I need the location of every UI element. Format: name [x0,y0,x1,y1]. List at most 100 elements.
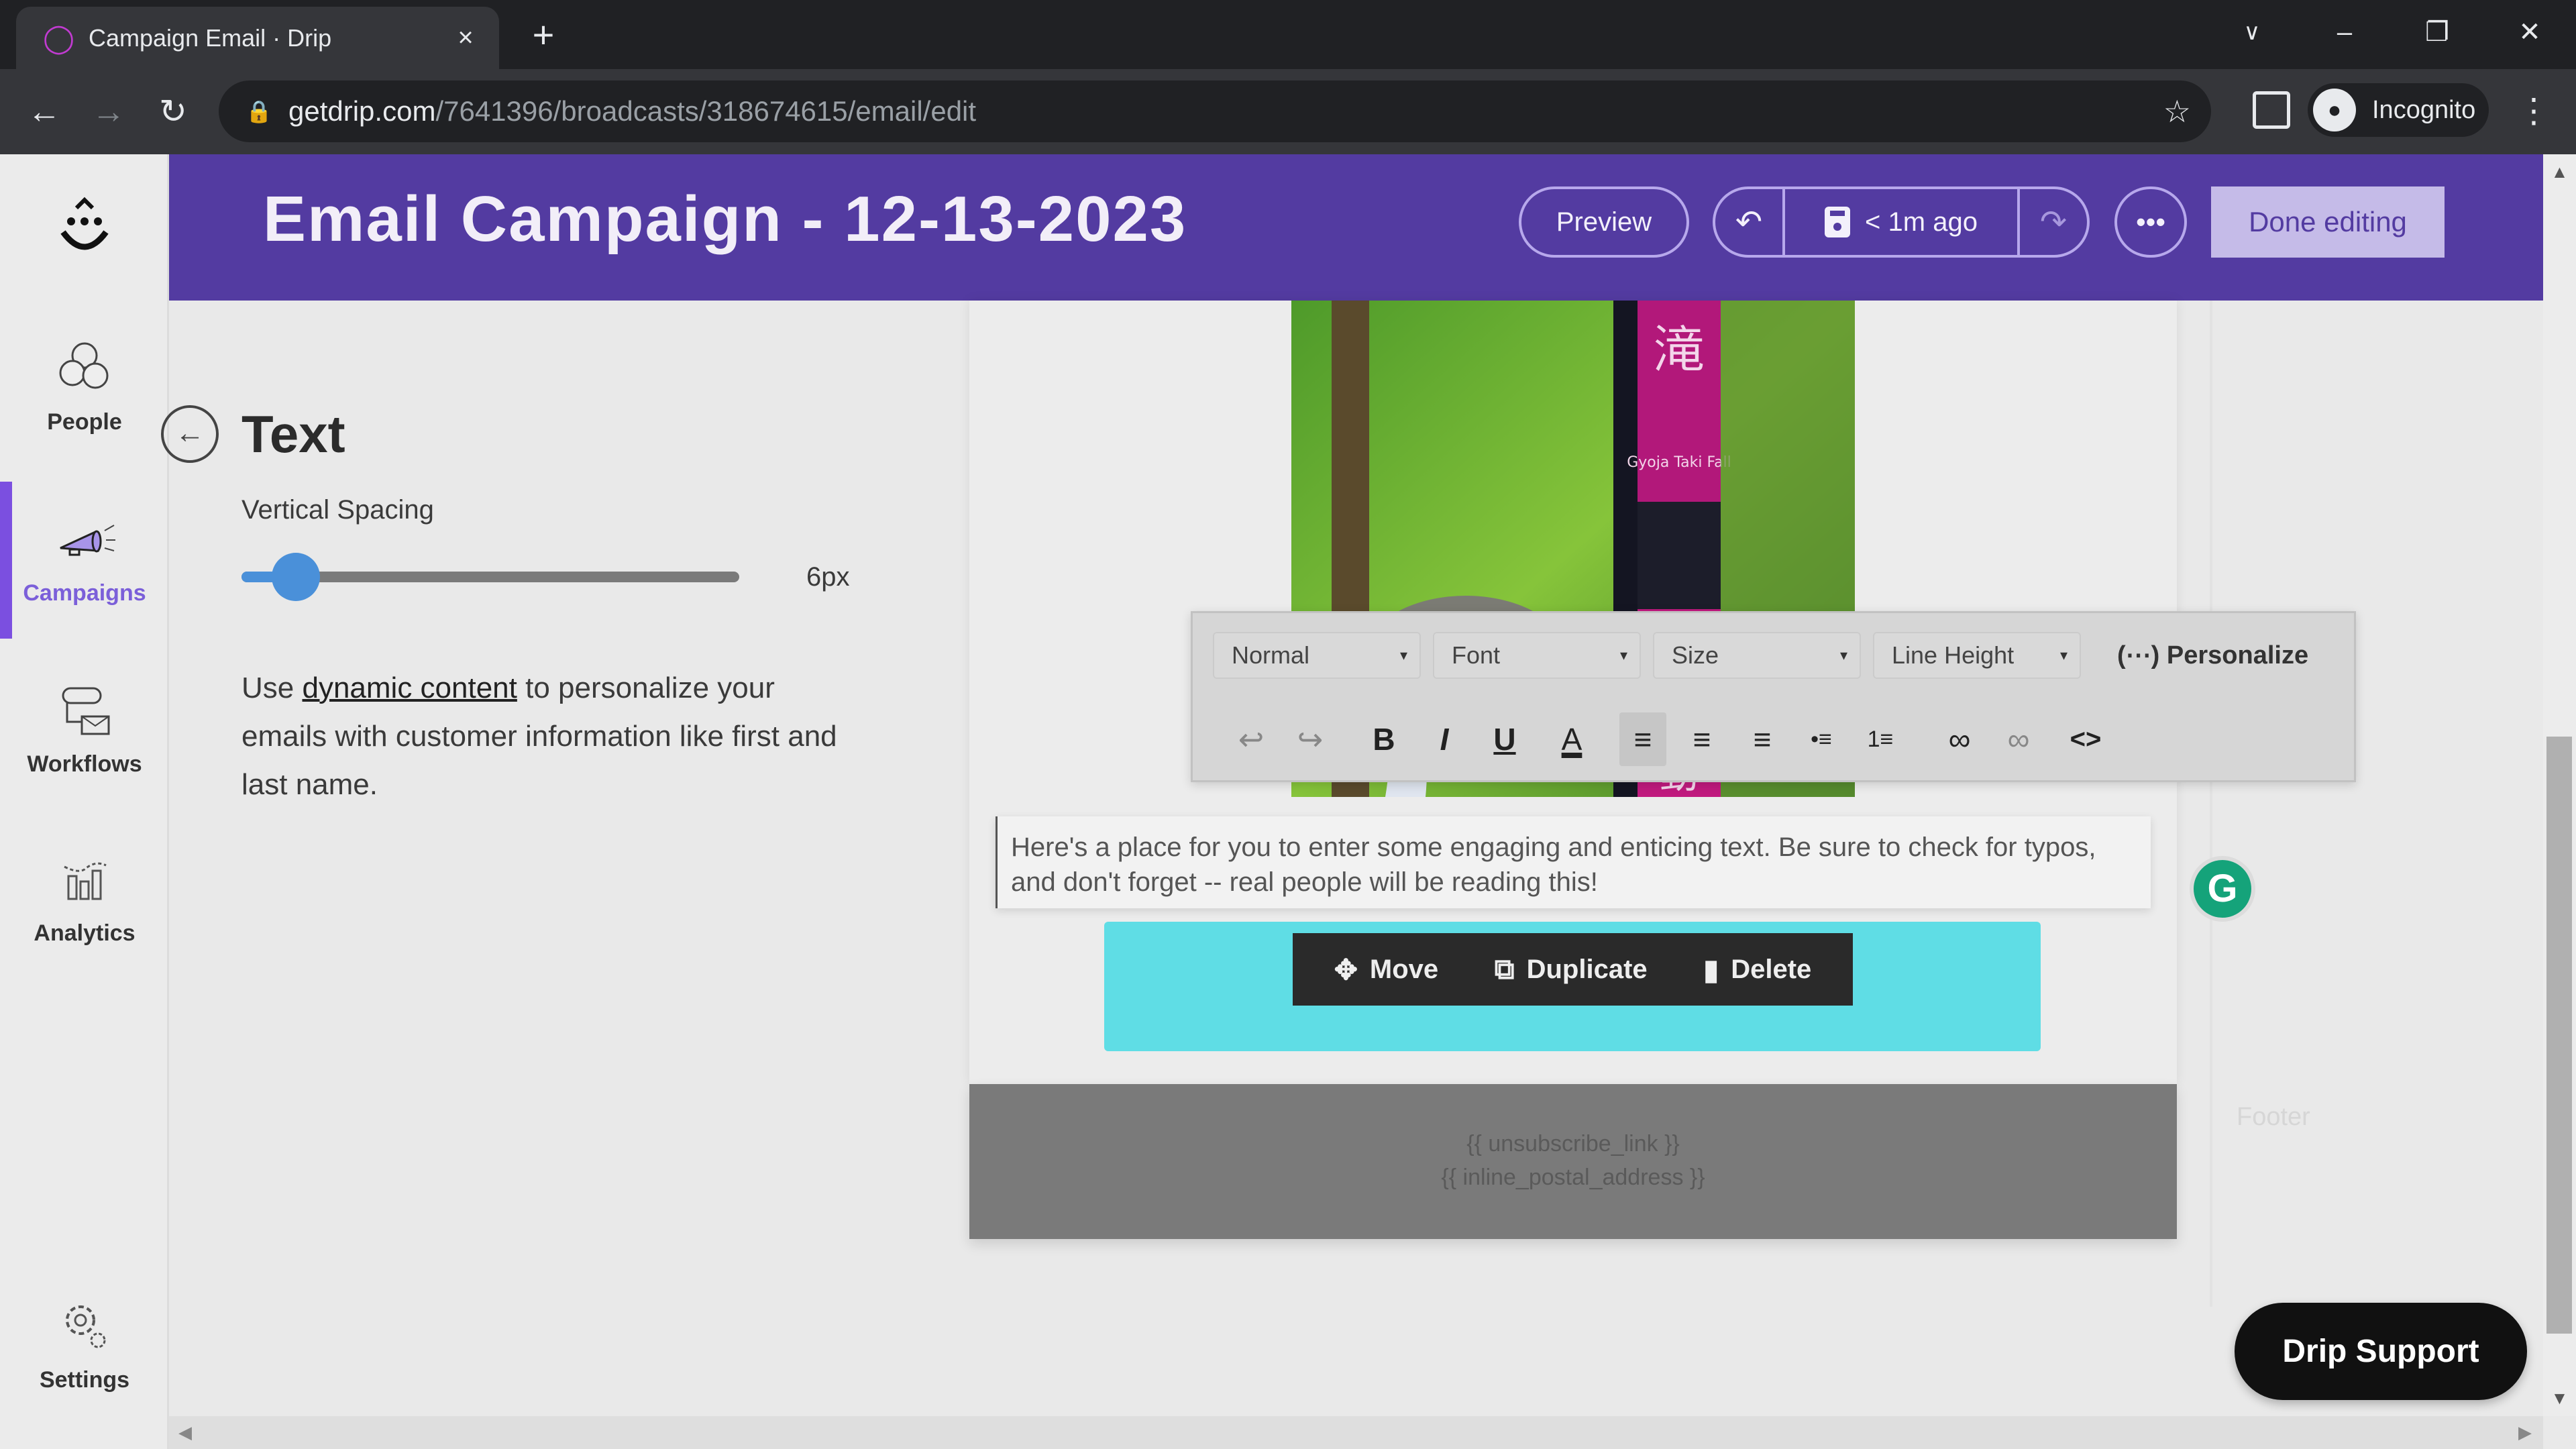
sidebar-item-campaigns[interactable]: Campaigns [0,506,169,654]
chevron-down-icon: ▾ [1399,647,1407,663]
workflow-icon [62,687,110,735]
tab-close-icon[interactable]: × [452,23,479,53]
numbered-list-button[interactable]: 1≡ [1857,712,1904,766]
align-left-button[interactable]: ≡ [1619,712,1666,766]
address-bar[interactable]: 🔒 getdrip.com/7641396/broadcasts/3186746… [219,80,2211,142]
url-text: getdrip.com/7641396/broadcasts/318674615… [288,95,977,127]
side-panel-icon[interactable] [2253,91,2290,129]
sidebar-label: Analytics [34,920,136,946]
bold-button[interactable]: B [1360,712,1407,766]
move-block-button[interactable]: ✥ Move [1334,953,1438,986]
drip-logo-icon[interactable] [54,195,115,262]
scroll-down-icon[interactable]: ▼ [2543,1385,2576,1411]
panel-title: Text [241,405,345,464]
save-status-text: < 1m ago [1865,207,1978,237]
chevron-down-icon: ▾ [1839,647,1847,663]
page-title[interactable]: Email Campaign - 12-13-2023 [263,182,1187,256]
save-status-button[interactable]: < 1m ago [1785,189,2020,255]
chevron-down-icon: ▾ [2059,647,2068,663]
scroll-up-icon[interactable]: ▲ [2543,158,2576,185]
footer-section-label: Footer [2237,1103,2310,1131]
reload-icon[interactable]: ↻ [148,86,199,137]
redo-icon[interactable]: ↷ [2020,189,2087,255]
sidebar-item-people[interactable]: People [0,335,169,483]
rich-text-toolbar: Normal ▾ Font ▾ Size ▾ Line Height ▾ (⋯) Per… [1191,611,2356,782]
sidebar-label: Campaigns [23,580,146,606]
redo-icon[interactable]: ↪ [1287,712,1334,766]
drip-support-button[interactable]: Drip Support [2235,1303,2527,1400]
undo-icon[interactable]: ↩ [1228,712,1275,766]
preview-button[interactable]: Preview [1519,186,1689,258]
grammarly-icon[interactable]: G [2190,856,2255,922]
browser-menu-icon[interactable]: ⋮ [2517,87,2551,134]
sidebar-label: People [47,409,122,435]
history-button-group: ↶ < 1m ago ↷ [1713,186,2090,258]
done-editing-button[interactable]: Done editing [2211,186,2445,258]
forward-icon[interactable]: → [83,86,134,137]
bookmark-star-icon[interactable]: ☆ [2163,93,2191,129]
window-close-icon[interactable]: ✕ [2500,12,2560,52]
postal-address-merge-tag: {{ inline_postal_address }} [1441,1165,1705,1190]
restore-icon[interactable]: ❐ [2407,12,2467,52]
italic-button[interactable]: I [1421,712,1468,766]
back-arrow-icon[interactable]: ← [161,405,219,463]
megaphone-icon [60,525,115,556]
trash-icon: ▮ [1703,953,1719,985]
link-icon[interactable]: ∞ [1936,712,1983,766]
text-color-button[interactable]: A [1548,712,1595,766]
sidebar-label: Settings [39,1367,130,1393]
code-view-icon[interactable]: <> [2062,712,2109,766]
align-right-button[interactable]: ≡ [1739,712,1786,766]
more-options-button[interactable]: ••• [2114,186,2187,258]
browser-tab-active[interactable]: ◯ Campaign Email · Drip × [16,7,499,69]
save-disk-icon [1825,207,1851,237]
email-footer-block[interactable] [969,1084,2177,1239]
unsubscribe-merge-tag: {{ unsubscribe_link }} [1466,1131,1680,1157]
incognito-icon: ● [2313,89,2356,131]
sidebar-item-analytics[interactable]: Analytics [0,847,169,994]
undo-icon[interactable]: ↶ [1715,189,1785,255]
sidebar-item-settings[interactable]: Settings [0,1293,169,1441]
unlink-icon[interactable]: ∞ [1995,712,2042,766]
svg-text:滝: 滝 [1654,320,1705,380]
font-select[interactable]: Font ▾ [1433,632,1641,679]
vertical-spacing-slider-thumb[interactable] [271,553,320,601]
block-actions-bar: ✥ Move ⧉ Duplicate ▮ Delete [1293,933,1853,1006]
new-tab-button[interactable]: + [523,15,564,55]
bullet-list-button[interactable]: •≡ [1798,712,1845,766]
minimize-icon[interactable]: – [2314,12,2375,52]
tab-search-icon[interactable]: ∨ [2222,12,2282,52]
incognito-profile-button[interactable]: ● Incognito [2308,83,2489,137]
analytics-icon [64,862,107,900]
size-select[interactable]: Size ▾ [1653,632,1861,679]
underline-button[interactable]: U [1481,712,1528,766]
line-height-select[interactable]: Line Height ▾ [1873,632,2081,679]
dynamic-content-help: Use dynamic content to personalize your … [241,672,837,801]
scroll-right-icon[interactable]: ▶ [2512,1416,2538,1449]
personalize-button[interactable]: (⋯) Personalize [2117,640,2308,670]
scroll-left-icon[interactable]: ◀ [172,1416,199,1449]
sidebar-label: Workflows [27,751,142,777]
align-center-button[interactable]: ≡ [1678,712,1725,766]
section-rail-divider [2210,301,2212,1307]
duplicate-block-button[interactable]: ⧉ Duplicate [1495,953,1648,986]
vertical-spacing-value: 6px [806,562,850,592]
duplicate-icon: ⧉ [1494,953,1515,985]
tab-title: Campaign Email · Drip [89,23,332,52]
email-text-block[interactable]: Here's a place for you to enter some eng… [996,816,2151,908]
back-icon[interactable]: ← [19,86,70,137]
move-icon: ✥ [1334,953,1358,985]
vertical-scrollbar-thumb[interactable] [2546,737,2572,1334]
chevron-down-icon: ▾ [1619,647,1627,663]
delete-block-button[interactable]: ▮ Delete [1703,953,1811,986]
format-select[interactable]: Normal ▾ [1213,632,1421,679]
sidebar-item-workflows[interactable]: Workflows [0,678,169,825]
gear-icon [66,1305,106,1348]
dynamic-content-link[interactable]: dynamic content [302,672,517,704]
horizontal-scrollbar[interactable] [169,1416,2543,1449]
lock-icon: 🔒 [246,99,272,123]
people-icon [59,342,109,389]
drip-favicon-icon: ◯ [43,21,75,54]
vertical-spacing-label: Vertical Spacing [241,495,434,525]
incognito-label: Incognito [2372,95,2476,124]
